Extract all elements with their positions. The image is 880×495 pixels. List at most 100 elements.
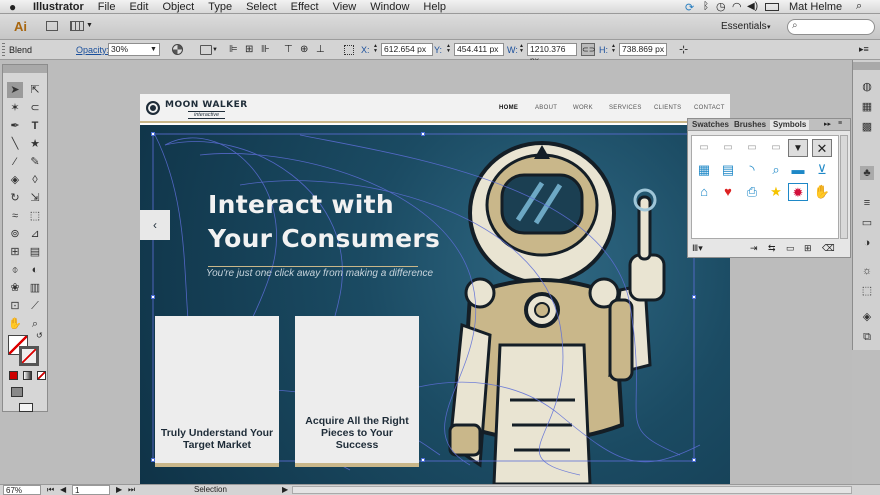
selection-handle[interactable] [151, 458, 155, 462]
rotate-icon[interactable]: ↻ [7, 190, 23, 206]
menu-type[interactable]: Type [208, 0, 232, 14]
feature-card-2[interactable]: Acquire All the Right Pieces to Your Suc… [295, 316, 419, 467]
pencil-icon[interactable]: ✎ [27, 154, 43, 170]
symbol-search-icon[interactable]: ⌕ [766, 161, 786, 179]
opacity-label[interactable]: Opacity: [76, 45, 109, 55]
stepper-icon[interactable]: ▲ ▼ [519, 44, 524, 54]
menu-view[interactable]: View [333, 0, 357, 14]
line-tool-icon[interactable]: ╲ [7, 136, 23, 152]
eyedropper-icon[interactable]: ⌽ [7, 262, 23, 278]
symbol-film-icon[interactable]: ▤ [718, 161, 738, 179]
previous-artboard-icon[interactable]: ◀ [60, 485, 66, 494]
blob-brush-icon[interactable]: ◈ [7, 172, 23, 188]
menu-object[interactable]: Object [162, 0, 194, 14]
menu-window[interactable]: Window [370, 0, 409, 14]
align-left-icon[interactable]: ⊫ [229, 44, 238, 55]
break-link-icon[interactable]: ⇆ [768, 243, 776, 254]
symbol-printer-icon[interactable]: ⎙ [742, 183, 762, 201]
magic-wand-icon[interactable]: ✶ [7, 100, 23, 116]
sync-icon[interactable]: ⟳ [685, 1, 694, 14]
symbol-hand-icon[interactable]: ✋ [812, 183, 832, 201]
color-panel-icon[interactable]: ◍ [860, 80, 874, 94]
chevron-down-icon[interactable]: ▼ [150, 46, 157, 53]
symbol-star-icon[interactable]: ★ [766, 183, 786, 201]
place-symbol-icon[interactable]: ⇥ [750, 243, 758, 254]
artboard[interactable]: MOON WALKER interactive HOME ABOUT WORK … [140, 94, 730, 484]
width-input[interactable]: 1210.376 px [527, 43, 577, 65]
chevron-down-icon[interactable]: ▾ [767, 23, 771, 31]
symbol-dropdown-icon[interactable]: ▼ [788, 139, 808, 157]
apple-icon[interactable]: ● [9, 0, 23, 14]
graphic-styles-icon[interactable]: ⬚ [860, 284, 874, 298]
selection-handle[interactable] [692, 458, 696, 462]
swatches-panel-icon[interactable]: ▩ [860, 120, 874, 134]
symbol-sprayer-icon[interactable]: ❀ [7, 280, 23, 296]
status-arrow-icon[interactable]: ▶ [282, 485, 288, 494]
artboards-panel-icon[interactable]: ⧉ [860, 330, 874, 344]
selection-handle[interactable] [692, 295, 696, 299]
new-symbol-icon[interactable]: ⊞ [804, 243, 812, 254]
isolate-icon[interactable]: ⊹ [679, 43, 688, 56]
wifi-icon[interactable]: ◠ [732, 0, 742, 13]
volume-icon[interactable]: ◀) [747, 1, 758, 12]
status-tool[interactable]: Selection [194, 485, 227, 494]
selection-tool-icon[interactable]: ➤ [7, 82, 23, 98]
transform-icon[interactable] [200, 45, 212, 55]
warp-icon[interactable]: ≈ [7, 208, 23, 224]
menu-file[interactable]: File [98, 0, 116, 14]
stepper-icon[interactable]: ▲ ▼ [611, 44, 616, 54]
lasso-icon[interactable]: ⊂ [27, 100, 43, 116]
panel-menu-icon[interactable]: ≡ [838, 120, 842, 127]
perspective-grid-icon[interactable]: ⊿ [27, 226, 43, 242]
screen-mode-icon[interactable] [19, 403, 33, 412]
panel-collapse-icon[interactable]: ▸▸ [824, 120, 831, 128]
recolor-icon[interactable] [172, 44, 183, 55]
workspace-switcher[interactable]: Essentials [721, 21, 767, 32]
first-artboard-icon[interactable]: ⏮ [47, 485, 54, 495]
scale-icon[interactable]: ⇲ [27, 190, 43, 206]
feature-card-1[interactable]: Truly Understand Your Target Market [155, 316, 279, 467]
gradient-mode-icon[interactable] [23, 371, 32, 380]
link-proportions-icon[interactable]: ⊂⊃ [581, 43, 595, 56]
selection-handle[interactable] [151, 295, 155, 299]
symbol-card-icon[interactable]: ▬ [788, 161, 808, 179]
align-right-icon[interactable]: ⊪ [261, 44, 270, 55]
star-tool-icon[interactable]: ★ [27, 136, 43, 152]
bridge-icon[interactable] [46, 21, 58, 31]
symbol-heart-add-icon[interactable]: ♥ [718, 183, 738, 201]
hand-tool-icon[interactable]: ✋ [7, 316, 23, 332]
y-position-input[interactable]: 454.411 px [454, 43, 504, 56]
eraser-icon[interactable]: ◊ [27, 172, 43, 188]
layers-panel-icon[interactable]: ◈ [860, 310, 874, 324]
blend-tool-icon[interactable]: ◐ [27, 262, 43, 278]
spotlight-icon[interactable]: ⌕ [856, 0, 862, 13]
nav-services[interactable]: SERVICES [609, 105, 642, 111]
symbol-button-blank-3[interactable]: ▭ [742, 139, 762, 157]
battery-icon[interactable] [765, 3, 779, 11]
transparency-panel-icon[interactable]: ◑ [860, 236, 874, 250]
stepper-icon[interactable]: ▲ ▼ [446, 44, 451, 54]
paintbrush-icon[interactable]: ⁄ [7, 154, 23, 170]
symbols-panel-icon[interactable]: ♣ [860, 166, 874, 180]
app-menu[interactable]: Illustrator [33, 0, 84, 14]
symbol-button-blank-1[interactable]: ▭ [694, 139, 714, 157]
nav-clients[interactable]: CLIENTS [654, 105, 681, 111]
appearance-panel-icon[interactable]: ☼ [860, 264, 874, 278]
menu-help[interactable]: Help [423, 0, 446, 14]
panel-menu-icon[interactable]: ▸≡ [859, 44, 869, 55]
mesh-icon[interactable]: ⊞ [7, 244, 23, 260]
drag-grip-icon[interactable] [2, 43, 5, 56]
stroke-swatch[interactable] [19, 346, 39, 366]
user-name[interactable]: Mat Helme [789, 1, 842, 13]
scroll-left-arrow-icon[interactable]: ‹ [140, 210, 170, 240]
pen-tool-icon[interactable]: ✒ [7, 118, 23, 134]
align-top-icon[interactable]: ⊤ [284, 44, 293, 55]
align-center-icon[interactable]: ⊞ [245, 44, 253, 55]
none-mode-icon[interactable] [37, 371, 46, 380]
menu-select[interactable]: Select [246, 0, 277, 14]
type-tool-icon[interactable]: T [27, 118, 43, 134]
next-artboard-icon[interactable]: ▶ [116, 485, 122, 494]
symbol-home-icon[interactable]: ⌂ [694, 183, 714, 201]
symbol-close-icon[interactable]: ✕ [812, 139, 832, 157]
shape-builder-icon[interactable]: ⊚ [7, 226, 23, 242]
